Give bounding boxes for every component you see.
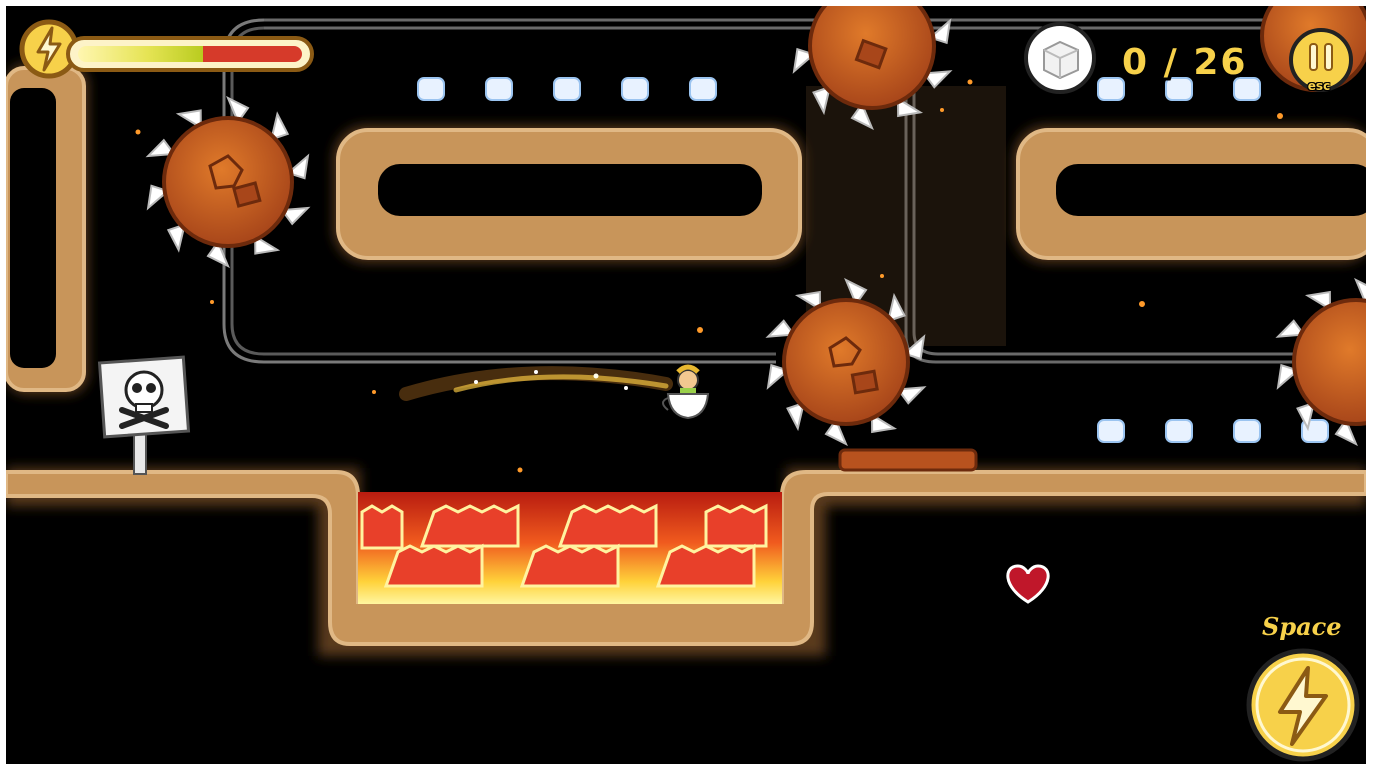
level-scene bbox=[6, 6, 1366, 656]
sugar-counter-icon bbox=[1024, 22, 1096, 94]
danger-sign bbox=[97, 355, 191, 475]
player-trail bbox=[399, 366, 673, 401]
energy-bar-empty bbox=[203, 46, 302, 62]
sugar-collected: 0 bbox=[1122, 42, 1150, 83]
player-character bbox=[662, 364, 710, 420]
sugar-cube bbox=[621, 77, 649, 101]
sugar-separator: / bbox=[1163, 42, 1179, 83]
sugar-cube bbox=[1097, 77, 1125, 101]
sugar-cube bbox=[485, 77, 513, 101]
wooden-plank bbox=[838, 448, 978, 472]
heart-pickup bbox=[1006, 564, 1050, 604]
sugar-counter: 0 / 26 bbox=[1122, 42, 1247, 83]
sugar-cube bbox=[553, 77, 581, 101]
boost-button[interactable] bbox=[1242, 646, 1364, 764]
energy-bar-fill bbox=[78, 46, 203, 62]
sugar-cube bbox=[689, 77, 717, 101]
spinning-saw bbox=[145, 95, 311, 269]
lightning-bolt-icon bbox=[1246, 648, 1360, 762]
heart-icon bbox=[1006, 564, 1050, 604]
sugar-cube bbox=[1165, 419, 1193, 443]
game-viewport: 0 / 26 esc Space bbox=[6, 6, 1366, 764]
sugar-total: 26 bbox=[1193, 42, 1248, 83]
lava-pit bbox=[358, 492, 782, 604]
sugar-cube-icon bbox=[1024, 22, 1096, 94]
boost-key-label: Space bbox=[1262, 612, 1342, 641]
sugar-cube bbox=[1097, 419, 1125, 443]
pause-key-label: esc bbox=[1307, 79, 1331, 93]
energy-bar bbox=[66, 36, 314, 72]
sugar-cube bbox=[417, 77, 445, 101]
sugar-cube bbox=[1233, 419, 1261, 443]
